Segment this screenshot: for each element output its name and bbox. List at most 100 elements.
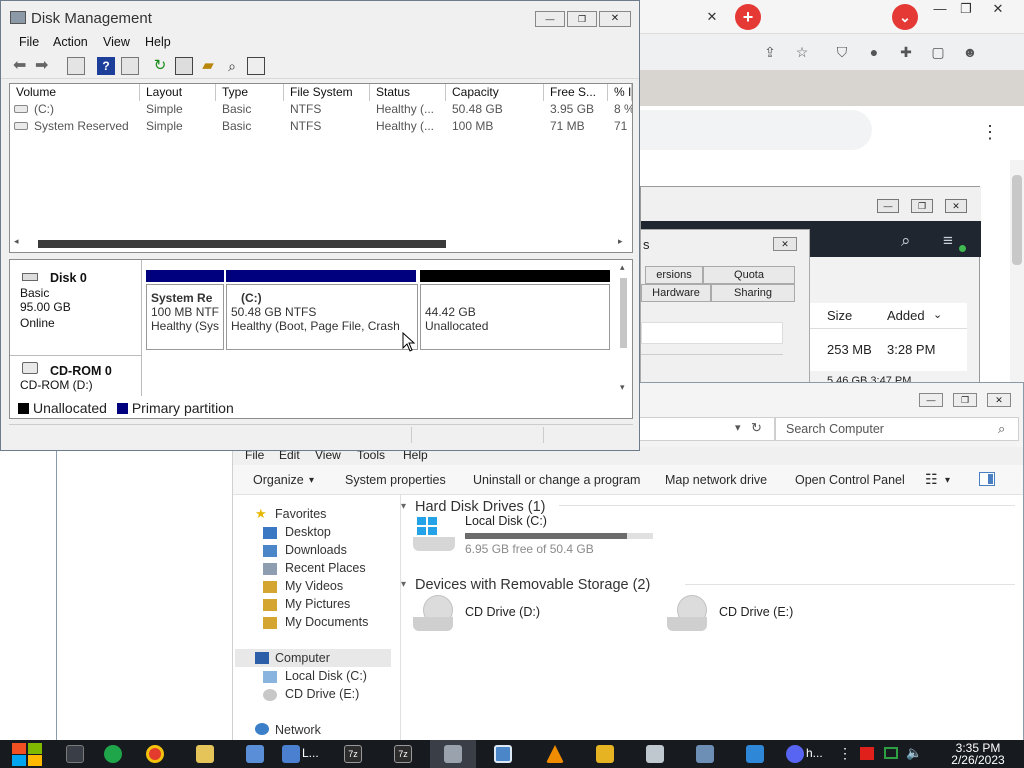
back-arrow-icon[interactable]: ⬅ — [13, 57, 31, 75]
profile-extension-icon[interactable]: ● — [864, 42, 884, 62]
properties-close-button[interactable]: ✕ — [773, 237, 797, 251]
nav-my-pictures[interactable]: My Pictures — [285, 597, 350, 611]
start-button[interactable] — [10, 741, 44, 767]
partition-c[interactable]: (C:) 50.48 GB NTFS Healthy (Boot, Page F… — [226, 284, 418, 350]
chrome-icon[interactable] — [146, 745, 164, 763]
bookmark-star-icon[interactable]: ☆ — [792, 42, 812, 62]
taskbar-item-label[interactable]: L... — [302, 746, 319, 760]
horizontal-scrollbar-thumb[interactable] — [38, 240, 446, 248]
forward-arrow-icon[interactable]: ➡ — [35, 57, 53, 75]
show-hide-console-icon[interactable] — [67, 57, 85, 75]
map-network-drive-button[interactable]: Map network drive — [665, 473, 767, 487]
tray-overflow-icon[interactable]: ⋮ — [838, 745, 852, 762]
nav-recent-places[interactable]: Recent Places — [285, 561, 366, 575]
side-panel-icon[interactable]: ▢ — [928, 42, 948, 62]
search-box[interactable]: Search Computer ⌕ — [775, 417, 1019, 441]
scroll-right-icon[interactable]: ▸ — [618, 236, 623, 247]
table-row[interactable]: (C:) Simple Basic NTFS Healthy (... 50.4… — [10, 101, 632, 118]
vertical-scrollbar-thumb[interactable] — [620, 278, 627, 348]
col-type[interactable]: Type — [216, 84, 284, 101]
properties-field[interactable] — [641, 322, 783, 344]
remote-desktop-icon[interactable] — [246, 745, 264, 763]
table-row[interactable]: 253 MB 3:28 PM — [809, 329, 967, 371]
more-options-icon[interactable]: ⋮ — [980, 122, 1000, 142]
spotify-icon[interactable] — [104, 745, 122, 763]
cd-drive-e-icon[interactable] — [667, 595, 713, 635]
nav-network[interactable]: Network — [275, 723, 321, 737]
properties-icon[interactable] — [121, 57, 139, 75]
cdrom-info[interactable]: CD-ROM 0 CD-ROM (D:) — [10, 356, 142, 396]
vlc-icon[interactable] — [546, 745, 564, 763]
extensions-puzzle-icon[interactable]: ✚ — [896, 42, 916, 62]
system-properties-button[interactable]: System properties — [345, 473, 446, 487]
network-tray-icon[interactable] — [884, 747, 898, 759]
browser-close-button[interactable]: ✕ — [984, 0, 1012, 18]
search-disk-icon[interactable]: ⌕ — [223, 57, 241, 75]
app-taskbar-icon[interactable] — [746, 745, 764, 763]
page-search-bar[interactable] — [640, 110, 872, 150]
tab-quota[interactable]: Quota — [703, 266, 795, 284]
tab-search-button[interactable]: ⌄ — [892, 4, 918, 30]
rescan-disks-icon[interactable] — [175, 57, 193, 75]
removable-group-title[interactable]: Devices with Removable Storage (2) — [415, 577, 650, 593]
clock[interactable]: 3:35 PM 2/26/2023 — [938, 742, 1018, 766]
browser-minimize-button[interactable]: — — [926, 0, 954, 18]
col-layout[interactable]: Layout — [140, 84, 216, 101]
address-dropdown-icon[interactable]: ▾ — [735, 421, 741, 434]
col-added[interactable]: Added — [887, 308, 925, 323]
7zip-icon[interactable]: 7z — [394, 745, 412, 763]
new-tab-button[interactable]: + — [735, 4, 761, 30]
app-maximize-button[interactable]: ❐ — [911, 199, 933, 213]
scroll-up-icon[interactable]: ▴ — [620, 262, 625, 273]
network-app-icon[interactable] — [282, 745, 300, 763]
refresh-icon[interactable]: ↻ — [151, 57, 169, 75]
col-file-system[interactable]: File System — [284, 84, 370, 101]
dm-close-button[interactable]: ✕ — [599, 11, 631, 27]
dm-menu-help[interactable]: Help — [145, 35, 171, 49]
ublock-extension-icon[interactable]: ⛉ — [832, 42, 852, 62]
uninstall-program-button[interactable]: Uninstall or change a program — [473, 473, 640, 487]
scroll-left-icon[interactable]: ◂ — [14, 236, 19, 247]
explorer-minimize-button[interactable]: — — [919, 393, 943, 407]
network-map-icon[interactable] — [696, 745, 714, 763]
flag-icon[interactable] — [860, 747, 874, 760]
tab-close-icon[interactable]: ✕ — [698, 8, 726, 26]
partition-unallocated[interactable]: 44.42 GB Unallocated — [420, 284, 610, 350]
disk0-info[interactable]: Disk 0 Basic 95.00 GB Online — [10, 260, 142, 356]
nav-computer[interactable]: Computer — [275, 651, 330, 665]
computer-taskbar-icon[interactable] — [494, 745, 512, 763]
browser-maximize-button[interactable]: ❐ — [952, 0, 980, 18]
refresh-icon[interactable]: ↻ — [751, 420, 762, 436]
search-icon[interactable]: ⌕ — [901, 231, 911, 251]
page-scrollbar-thumb[interactable] — [1012, 175, 1022, 265]
discord-icon[interactable] — [786, 745, 804, 763]
explorer-close-button[interactable]: ✕ — [987, 393, 1011, 407]
dm-maximize-button[interactable]: ❐ — [567, 11, 597, 27]
share-icon[interactable]: ⇪ — [760, 42, 780, 62]
list-view-icon[interactable] — [247, 57, 265, 75]
partition-system-reserved[interactable]: System Re 100 MB NTF Healthy (Sys — [146, 284, 224, 350]
folder-icon[interactable] — [596, 745, 614, 763]
open-control-panel-button[interactable]: Open Control Panel — [795, 473, 905, 487]
nav-downloads[interactable]: Downloads — [285, 543, 347, 557]
app-close-button[interactable]: ✕ — [945, 199, 967, 213]
nav-my-documents[interactable]: My Documents — [285, 615, 368, 629]
local-disk-name[interactable]: Local Disk (C:) — [465, 514, 547, 528]
hamburger-menu-icon[interactable]: ≡ — [943, 231, 953, 251]
col-volume[interactable]: Volume — [10, 84, 140, 101]
windows-drive-icon[interactable] — [413, 517, 455, 553]
col-percent-free[interactable]: % I — [608, 84, 632, 101]
volume-icon[interactable]: 🔈 — [906, 745, 922, 761]
organize-dropdown-icon[interactable]: ▾ — [309, 475, 314, 486]
open-folder-icon[interactable]: ▰ — [199, 57, 217, 75]
tab-hardware[interactable]: Hardware — [641, 284, 711, 302]
nav-local-disk-c[interactable]: Local Disk (C:) — [285, 669, 367, 683]
file-explorer-icon[interactable] — [196, 745, 214, 763]
col-size[interactable]: Size — [827, 308, 852, 323]
tab-sharing[interactable]: Sharing — [711, 284, 795, 302]
col-capacity[interactable]: Capacity — [446, 84, 544, 101]
dm-minimize-button[interactable]: — — [535, 11, 565, 27]
taskbar-item-label[interactable]: h... — [806, 746, 823, 760]
cd-drive-e-label[interactable]: CD Drive (E:) — [719, 605, 793, 619]
collapse-chevron-icon[interactable]: ▾ — [401, 579, 406, 590]
